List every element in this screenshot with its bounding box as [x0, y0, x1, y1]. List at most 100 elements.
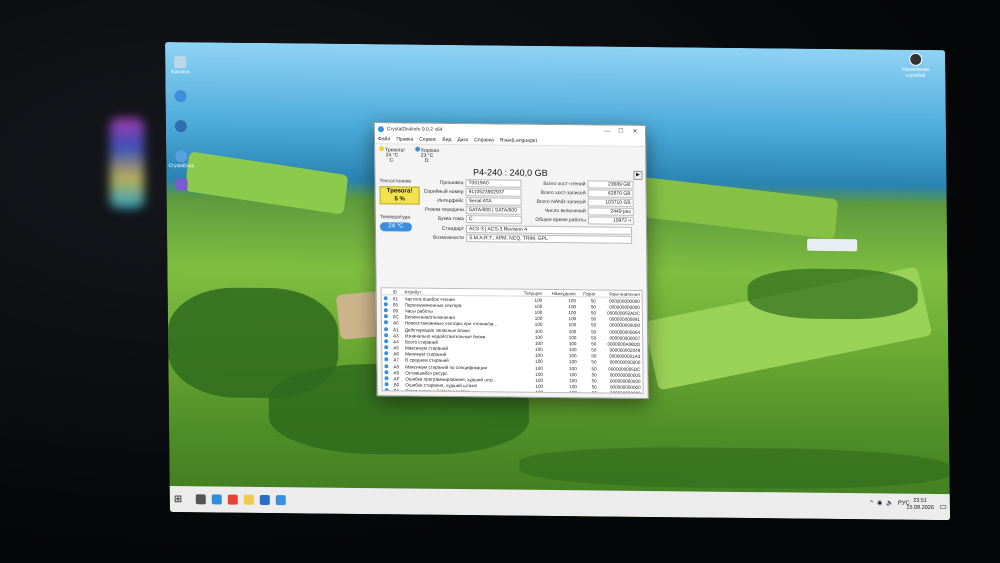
field-label: Буква тома: [437, 215, 464, 222]
smart-table-body: 01 Частота ошибок чтения 100 100 50 000000000…: [382, 295, 643, 394]
field-nand-writes: Всего NAND-записей 103710 GB: [528, 197, 634, 207]
field-value: 10972 ч: [587, 215, 634, 225]
field-label: Число включений: [544, 207, 586, 214]
steam-icon: [174, 120, 187, 133]
menu-service[interactable]: Сервис: [419, 136, 436, 142]
field-value: SATA/600 | SATA/600: [465, 205, 522, 215]
field-value: 2449 раз: [587, 206, 634, 216]
smart-threshold: 50: [591, 390, 597, 394]
drive-c-tab[interactable]: Тревога! 24 °C C:: [379, 146, 405, 164]
field-value: 103710 GB: [587, 197, 634, 207]
notifications-icon[interactable]: ▭: [939, 502, 947, 511]
recycle-bin-icon: [174, 56, 187, 69]
minimize-button[interactable]: —: [600, 128, 614, 134]
disk-model: P4-240 : 240,0 GB: [473, 167, 548, 178]
field-transfer-mode: Режим передачи SATA/600 | SATA/600: [424, 205, 522, 215]
status-dot-icon: [384, 382, 389, 387]
status-dot-icon: [383, 320, 388, 325]
wallpaper-field: [635, 176, 839, 240]
field-value: Serial ATA: [465, 196, 522, 206]
drive-status-dot-icon: [379, 146, 385, 152]
maximize-button[interactable]: ☐: [614, 128, 628, 135]
drive-status-dot-icon: [414, 146, 420, 152]
field-volume-letter: Буква тома C:: [424, 214, 522, 224]
chevron-up-icon[interactable]: ^: [870, 500, 873, 506]
wallpaper-farmhouse: [807, 238, 858, 252]
status-dot-icon: [384, 351, 389, 356]
field-host-reads: Всего хост-чтений 23689 GB: [527, 179, 634, 189]
window-title: CrystalDiskInfo 9.0.2 x64: [386, 125, 443, 133]
wallpaper-trees: [747, 268, 918, 320]
status-dot-icon: [383, 302, 388, 307]
temperature-badge: 24 °C: [379, 222, 412, 232]
smart-id: 01: [392, 295, 398, 301]
field-value: T0519A0: [465, 178, 522, 188]
field-firmware: Прошивка T0519A0: [423, 178, 522, 188]
status-dot-icon: [384, 339, 389, 344]
status-dot-icon: [382, 295, 391, 302]
windows-logo-icon[interactable]: ⊞: [174, 494, 190, 505]
field-power-on-count: Число включений 2449 раз: [528, 206, 634, 216]
field-label: Всего хост-записей: [540, 189, 586, 196]
field-serial: Серийный номер 9110523902937: [424, 187, 522, 197]
wallpaper-field: [184, 151, 349, 215]
disk-info-panel: Техсостояние Тревога! 5 % Температура 24…: [375, 178, 646, 255]
clock[interactable]: 23:51 15.08.2026: [906, 498, 934, 512]
steam-like-icon: [908, 52, 922, 66]
drive-letter: C:: [389, 157, 395, 164]
field-standard: Стандарт ACS-3 | ACS-3 Revision 4: [424, 224, 633, 235]
field-host-writes: Всего хост-записей 62870 GB: [528, 188, 634, 198]
field-value: 9110523902937: [465, 187, 522, 197]
status-dot-icon: [383, 388, 392, 394]
taskbar-apps: [190, 494, 286, 506]
status-dot-icon: [384, 332, 389, 338]
chrome-icon[interactable]: [227, 494, 238, 505]
menu-language[interactable]: Язык(Language): [500, 137, 537, 143]
task-view-icon[interactable]: [195, 494, 206, 505]
volume-icon[interactable]: 🔈: [886, 499, 894, 506]
desktop-icon-label: CrystalDisk: [168, 163, 194, 170]
smart-table[interactable]: ID Атрибут Текущее Наихудшее Порог Raw-з…: [380, 287, 644, 394]
crystaldiskinfo-app-icon: [377, 125, 384, 132]
desktop-icon-app[interactable]: [166, 178, 196, 191]
system-tray: ^ ◉ 🔈 РУС: [870, 499, 910, 507]
field-label: Всего хост-чтений: [543, 180, 586, 187]
field-label: Возможности: [433, 234, 465, 241]
pc-case-rgb-light: [110, 118, 144, 208]
temperature-label: Температура: [379, 214, 411, 221]
edge-icon[interactable]: [211, 494, 222, 505]
menu-help[interactable]: Справка: [474, 137, 494, 143]
desktop-icon-crystaldisk[interactable]: CrystalDisk: [166, 150, 196, 169]
smart-id: B1: [393, 388, 400, 394]
desktop-icon-steam[interactable]: [166, 120, 196, 133]
health-percent: 5 %: [394, 196, 405, 203]
field-value: C:: [465, 214, 522, 224]
menu-view[interactable]: Вид: [442, 136, 451, 142]
menu-edit[interactable]: Правка: [396, 136, 413, 142]
network-icon[interactable]: ◉: [877, 499, 882, 506]
crystaldiskinfo-icon[interactable]: [275, 495, 286, 506]
desktop-icon-corner[interactable]: Управление службой: [893, 52, 937, 79]
status-dot-icon: [384, 363, 389, 368]
status-dot-icon: [383, 295, 388, 300]
menu-file[interactable]: Файл: [378, 136, 390, 142]
explorer-icon[interactable]: [243, 494, 254, 505]
desktop-icon-edge[interactable]: [166, 90, 196, 103]
health-label: Техсостояние: [379, 178, 412, 185]
smart-attribute: Всего операций Wear Leveling: [405, 388, 470, 394]
menu-disk[interactable]: Диск: [457, 137, 468, 143]
next-disk-button[interactable]: ▶: [633, 170, 643, 180]
desktop-icon-recycle-bin[interactable]: Корзина: [165, 56, 195, 75]
status-dot-icon: [383, 326, 389, 331]
close-button[interactable]: ✕: [628, 128, 642, 135]
monitor-screen: Корзина CrystalDisk Управление службой C…: [165, 42, 951, 521]
field-label: Прошивка: [439, 179, 464, 186]
health-status-badge: Тревога! 5 %: [379, 186, 420, 205]
field-label: Интерфейс: [437, 197, 464, 204]
mail-icon[interactable]: [259, 494, 270, 506]
field-power-on-hours: Общее время работы 10972 ч: [528, 215, 634, 225]
field-value: 62870 GB: [587, 188, 634, 198]
drive-d-tab[interactable]: Хорошо 23 °C D:: [414, 146, 440, 164]
field-label: Общее время работы: [535, 216, 586, 223]
app-icon: [175, 178, 188, 191]
